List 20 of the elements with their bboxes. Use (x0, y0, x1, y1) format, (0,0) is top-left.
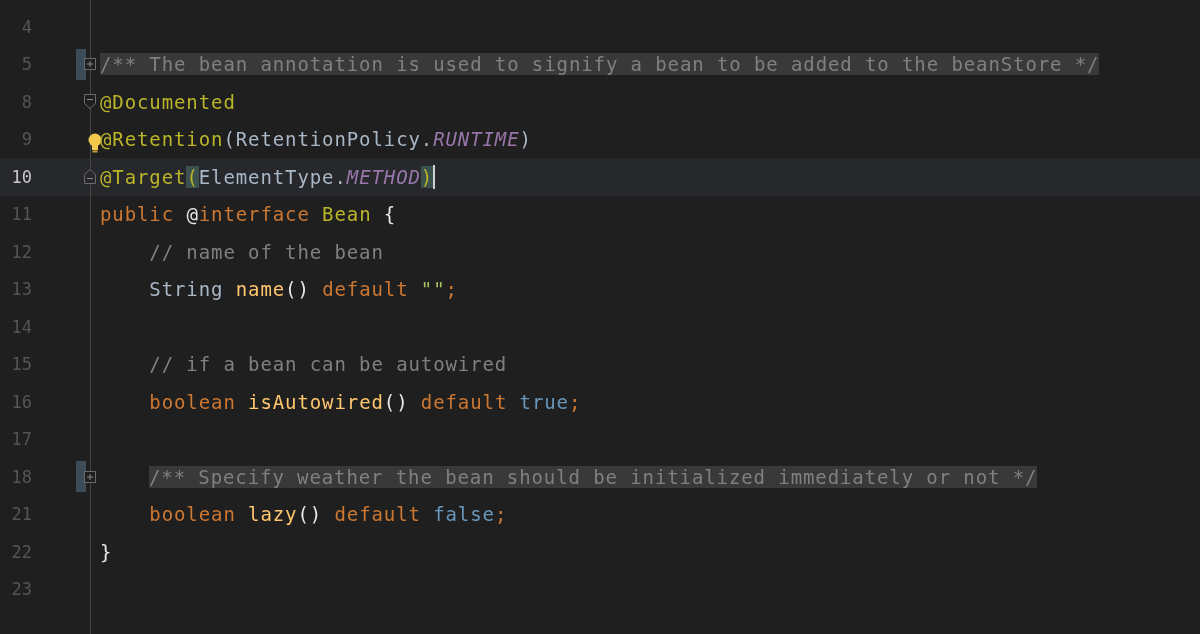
code-line: // name of the bean (148, 239, 384, 265)
lightbulb-icon[interactable] (88, 133, 102, 154)
code-line: @Retention(RetentionPolicy.RUNTIME) (100, 127, 532, 153)
fold-marker (76, 48, 86, 80)
code-line: // if a bean can be autowired (148, 352, 508, 378)
folded-comment: /** The bean annotation is used to signify a bean to be added to the beanStore */ (100, 52, 1100, 78)
code-line: boolean isAutowired() default true; (148, 389, 582, 415)
code-line: } (100, 539, 113, 565)
code-line: @Documented (100, 89, 236, 115)
collapse-icon[interactable] (84, 94, 96, 110)
expand-icon[interactable] (84, 470, 96, 483)
folded-comment: /** Specify weather the bean should be initialized immediately or not */ (149, 464, 1038, 490)
code-line: @Target(ElementType.METHOD) (100, 164, 434, 190)
code-line: String name() default ""; (148, 277, 458, 303)
code-line: boolean lazy() default false; (148, 502, 508, 528)
line-number: 10 (10, 166, 32, 187)
fold-end-icon[interactable] (84, 169, 96, 185)
code-line: public @interface Bean { (100, 202, 397, 228)
fold-marker (76, 461, 86, 492)
expand-icon[interactable] (84, 58, 96, 71)
